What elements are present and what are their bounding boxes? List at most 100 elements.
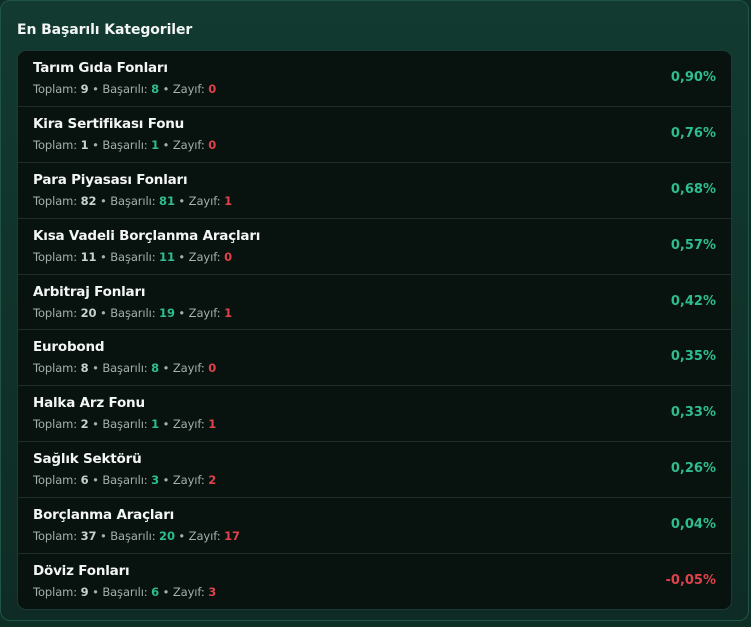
category-stats: Toplam: 11 • Başarılı: 11 • Zayıf: 0 — [33, 250, 232, 264]
category-row[interactable]: Sağlık Sektörü Toplam: 6 • Başarılı: 3 •… — [18, 442, 731, 499]
category-name: Arbitraj Fonları — [33, 283, 146, 300]
total-count: 2 — [80, 417, 89, 432]
good-count: 6 — [151, 585, 160, 600]
bad-label: Zayıf: — [172, 417, 205, 432]
category-row[interactable]: Arbitraj Fonları Toplam: 20 • Başarılı: … — [18, 275, 731, 331]
category-stats: Toplam: 9 • Başarılı: 6 • Zayıf: 3 — [33, 585, 216, 599]
category-percent: 0,33% — [670, 405, 716, 421]
good-count: 11 — [159, 249, 175, 264]
separator: • — [178, 193, 186, 208]
total-count: 37 — [80, 529, 97, 544]
good-count: 8 — [151, 361, 160, 376]
separator: • — [162, 473, 170, 488]
bad-label: Zayıf: — [172, 361, 205, 376]
category-row[interactable]: Eurobond Toplam: 8 • Başarılı: 8 • Zayıf… — [18, 330, 731, 387]
separator: • — [99, 249, 107, 264]
bad-label: Zayıf: — [172, 82, 205, 96]
good-label: Başarılı: — [110, 305, 156, 320]
category-name: Eurobond — [33, 339, 105, 356]
total-label: Toplam: — [33, 82, 78, 96]
category-name: Tarım Gıda Fonları — [33, 60, 168, 76]
good-label: Başarılı: — [110, 193, 156, 208]
good-count: 19 — [159, 305, 175, 320]
category-name: Halka Arz Fonu — [33, 395, 145, 412]
good-label: Başarılı: — [102, 473, 148, 488]
good-count: 1 — [151, 137, 160, 152]
category-percent: 0,57% — [670, 237, 716, 253]
category-percent: 0,90% — [670, 70, 716, 85]
good-label: Başarılı: — [102, 82, 148, 96]
total-label: Toplam: — [33, 249, 78, 264]
total-count: 9 — [80, 585, 89, 600]
category-stats: Toplam: 6 • Başarılı: 3 • Zayıf: 2 — [33, 473, 216, 487]
separator: • — [92, 361, 99, 376]
bad-count: 17 — [224, 529, 240, 544]
total-label: Toplam: — [33, 529, 78, 544]
good-count: 81 — [159, 193, 175, 208]
separator: • — [162, 361, 170, 376]
bad-count: 0 — [208, 137, 217, 152]
total-count: 1 — [80, 137, 89, 152]
bad-count: 2 — [208, 473, 217, 488]
total-label: Toplam: — [33, 193, 78, 208]
bad-count: 1 — [208, 417, 217, 432]
category-percent: 0,76% — [670, 125, 716, 141]
good-label: Başarılı: — [110, 529, 156, 544]
good-label: Başarılı: — [102, 585, 148, 600]
category-row[interactable]: Döviz Fonları Toplam: 9 • Başarılı: 6 • … — [18, 554, 731, 609]
good-count: 3 — [151, 473, 160, 488]
separator: • — [92, 417, 99, 432]
bad-label: Zayıf: — [188, 249, 221, 264]
separator: • — [99, 529, 107, 544]
category-percent: 0,68% — [670, 181, 716, 197]
total-label: Toplam: — [33, 585, 78, 600]
separator: • — [99, 193, 107, 208]
separator: • — [92, 82, 99, 96]
category-row[interactable]: Para Piyasası Fonları Toplam: 82 • Başar… — [18, 163, 731, 219]
bad-count: 0 — [208, 361, 217, 376]
category-row[interactable]: Kira Sertifikası Fonu Toplam: 1 • Başarı… — [18, 107, 731, 163]
category-name: Kira Sertifikası Fonu — [33, 115, 185, 132]
category-stats: Toplam: 37 • Başarılı: 20 • Zayıf: 17 — [33, 529, 240, 543]
good-label: Başarılı: — [102, 137, 148, 152]
total-count: 20 — [80, 305, 97, 320]
category-name: Döviz Fonları — [33, 563, 130, 580]
category-stats: Toplam: 82 • Başarılı: 81 • Zayıf: 1 — [33, 194, 232, 208]
category-name: Sağlık Sektörü — [33, 451, 142, 468]
separator: • — [178, 305, 186, 320]
bad-count: 3 — [208, 585, 217, 600]
category-stats: Toplam: 8 • Başarılı: 8 • Zayıf: 0 — [33, 361, 216, 375]
category-percent: -0,05% — [665, 573, 717, 589]
total-count: 6 — [80, 473, 89, 488]
category-stats: Toplam: 20 • Başarılı: 19 • Zayıf: 1 — [33, 306, 232, 320]
category-percent: 0,42% — [670, 293, 716, 309]
bad-label: Zayıf: — [172, 137, 205, 152]
bad-count: 0 — [224, 249, 232, 264]
bad-label: Zayıf: — [188, 305, 221, 320]
category-name: Kısa Vadeli Borçlanma Araçları — [33, 227, 261, 244]
total-label: Toplam: — [33, 305, 78, 320]
category-row[interactable]: Halka Arz Fonu Toplam: 2 • Başarılı: 1 •… — [18, 386, 731, 443]
bad-label: Zayıf: — [172, 473, 205, 488]
bad-count: 1 — [224, 193, 232, 208]
total-count: 9 — [80, 82, 89, 96]
good-label: Başarılı: — [102, 417, 148, 432]
separator: • — [92, 473, 99, 488]
separator: • — [99, 305, 107, 320]
panel-title: En Başarılı Kategoriler — [17, 22, 193, 38]
separator: • — [162, 137, 170, 152]
bad-count: 1 — [224, 305, 232, 320]
category-stats: Toplam: 2 • Başarılı: 1 • Zayıf: 1 — [33, 417, 216, 431]
good-count: 1 — [151, 417, 160, 432]
separator: • — [178, 529, 186, 544]
category-name: Borçlanma Araçları — [33, 507, 175, 524]
category-row[interactable]: Borçlanma Araçları Toplam: 37 • Başarılı… — [18, 498, 731, 555]
good-label: Başarılı: — [102, 361, 148, 376]
separator: • — [162, 417, 170, 432]
separator: • — [162, 82, 170, 96]
category-row[interactable]: Kısa Vadeli Borçlanma Araçları Toplam: 1… — [18, 219, 731, 275]
category-percent: 0,35% — [670, 349, 716, 365]
category-row[interactable]: Tarım Gıda Fonları Toplam: 9 • Başarılı:… — [18, 51, 731, 107]
good-count: 8 — [151, 82, 160, 96]
good-label: Başarılı: — [110, 249, 156, 264]
